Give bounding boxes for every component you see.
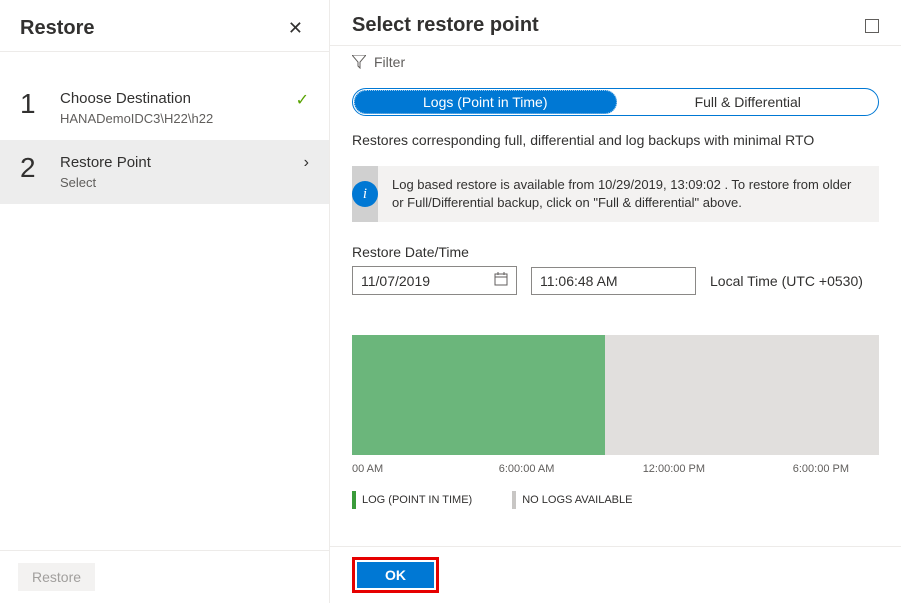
- right-header: Select restore point: [330, 0, 901, 46]
- calendar-icon[interactable]: [494, 272, 508, 289]
- description-text: Restores corresponding full, differentia…: [352, 132, 879, 148]
- step-title: Choose Destination: [60, 90, 296, 107]
- step-choose-destination[interactable]: 1 Choose Destination HANADemoIDC3\H22\h2…: [0, 76, 329, 140]
- step-number: 2: [20, 154, 44, 182]
- filter-label: Filter: [374, 54, 405, 70]
- axis-tick: 6:00:00 PM: [732, 463, 879, 475]
- time-input[interactable]: 11:06:48 AM: [531, 267, 696, 295]
- steps-list: 1 Choose Destination HANADemoIDC3\H22\h2…: [0, 52, 329, 550]
- step-subtitle: HANADemoIDC3\H22\h22: [60, 111, 296, 126]
- chevron-right-icon: ›: [304, 154, 309, 172]
- availability-chart[interactable]: [352, 335, 879, 455]
- left-footer: Restore: [0, 550, 329, 603]
- timezone-label: Local Time (UTC +0530): [710, 273, 863, 289]
- expand-icon[interactable]: [865, 19, 879, 33]
- close-icon[interactable]: ✕: [282, 14, 309, 43]
- left-title: Restore: [20, 17, 94, 40]
- left-header: Restore ✕: [0, 0, 329, 52]
- legend-label: NO LOGS AVAILABLE: [522, 494, 632, 506]
- step-restore-point[interactable]: 2 Restore Point Select ›: [0, 140, 329, 204]
- chart-nologs-region: [605, 335, 879, 455]
- ok-button[interactable]: OK: [357, 562, 434, 588]
- content-area: Logs (Point in Time) Full & Differential…: [330, 78, 901, 546]
- right-footer: OK: [330, 546, 901, 603]
- left-panel: Restore ✕ 1 Choose Destination HANADemoI…: [0, 0, 330, 603]
- step-title: Restore Point: [60, 154, 304, 171]
- filter-button[interactable]: Filter: [330, 46, 901, 78]
- legend-nologs: NO LOGS AVAILABLE: [512, 491, 632, 509]
- chart-logs-region: [352, 335, 605, 455]
- info-icon: i: [352, 181, 378, 207]
- filter-icon: [352, 55, 366, 69]
- info-icon-container: i: [352, 166, 378, 222]
- right-panel: Select restore point Filter Logs (Point …: [330, 0, 901, 603]
- chart-legend: LOG (POINT IN TIME) NO LOGS AVAILABLE: [352, 491, 879, 509]
- legend-swatch-green: [352, 491, 356, 509]
- info-banner: i Log based restore is available from 10…: [352, 166, 879, 222]
- axis-tick: 6:00:00 AM: [469, 463, 616, 475]
- right-title: Select restore point: [352, 14, 539, 37]
- checkmark-icon: ✓: [296, 90, 309, 110]
- step-subtitle: Select: [60, 175, 304, 190]
- step-number: 1: [20, 90, 44, 118]
- restore-button[interactable]: Restore: [18, 563, 95, 591]
- restore-type-tabs: Logs (Point in Time) Full & Differential: [352, 88, 879, 116]
- tab-logs[interactable]: Logs (Point in Time): [354, 90, 617, 114]
- chart-axis: 00 AM 6:00:00 AM 12:00:00 PM 6:00:00 PM: [352, 463, 879, 491]
- tab-full-differential[interactable]: Full & Differential: [618, 89, 879, 115]
- legend-logs: LOG (POINT IN TIME): [352, 491, 472, 509]
- step-body: Restore Point Select: [60, 154, 304, 190]
- step-body: Choose Destination HANADemoIDC3\H22\h22: [60, 90, 296, 126]
- time-value: 11:06:48 AM: [540, 273, 618, 289]
- ok-button-highlight: OK: [352, 557, 439, 593]
- axis-tick: 12:00:00 PM: [616, 463, 733, 475]
- datetime-label: Restore Date/Time: [352, 244, 879, 260]
- axis-tick: 00 AM: [352, 463, 469, 475]
- legend-label: LOG (POINT IN TIME): [362, 494, 472, 506]
- info-text: Log based restore is available from 10/2…: [392, 166, 863, 222]
- datetime-row: 11/07/2019 11:06:48 AM Local Time (UTC +…: [352, 266, 879, 295]
- legend-swatch-gray: [512, 491, 516, 509]
- date-value: 11/07/2019: [361, 273, 430, 289]
- date-input[interactable]: 11/07/2019: [352, 266, 517, 295]
